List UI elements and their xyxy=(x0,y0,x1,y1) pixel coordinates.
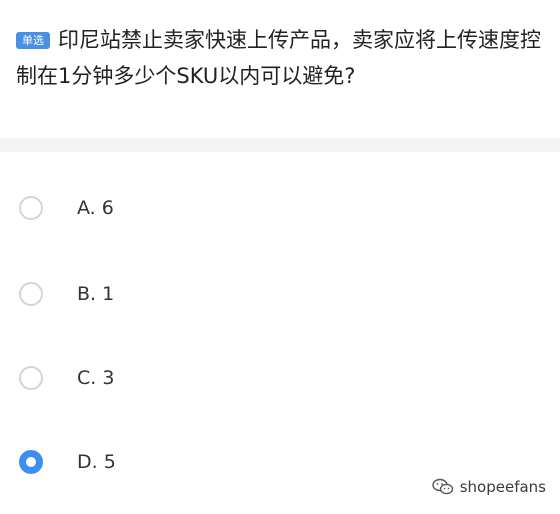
option-b-label: B. 1 xyxy=(77,283,115,305)
radio-button-d[interactable] xyxy=(19,450,43,474)
question-text-block: 单选 印尼站禁止卖家快速上传产品，卖家应将上传速度控制在1分钟多少个SKU以内可以… xyxy=(16,22,544,94)
radio-button-c[interactable] xyxy=(19,366,43,390)
radio-button-a[interactable] xyxy=(19,196,43,220)
option-d-label: D. 5 xyxy=(77,451,116,473)
section-divider xyxy=(0,138,560,152)
question-stem: 印尼站禁止卖家快速上传产品，卖家应将上传速度控制在1分钟多少个SKU以内可以避免… xyxy=(16,28,541,88)
option-c[interactable]: C. 3 xyxy=(0,348,560,408)
option-a[interactable]: A. 6 xyxy=(0,178,560,238)
option-b[interactable]: B. 1 xyxy=(0,264,560,324)
watermark-text: shopeefans xyxy=(459,478,546,496)
watermark: shopeefans xyxy=(432,478,546,496)
single-choice-badge: 单选 xyxy=(16,32,50,49)
option-a-label: A. 6 xyxy=(77,197,114,219)
wechat-icon xyxy=(432,478,453,495)
option-c-label: C. 3 xyxy=(77,367,115,389)
radio-button-b[interactable] xyxy=(19,282,43,306)
